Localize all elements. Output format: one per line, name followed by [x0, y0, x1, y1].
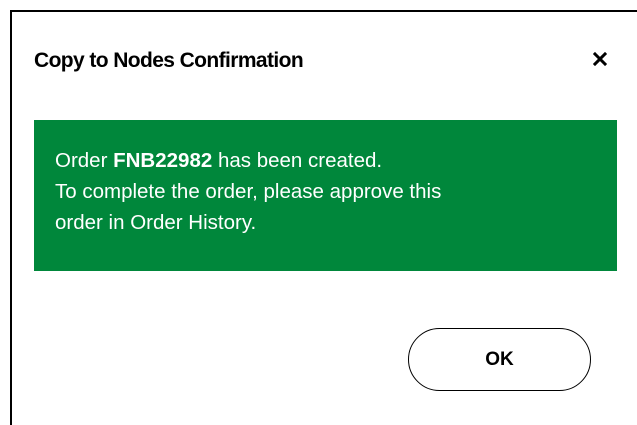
- notice-line-2: To complete the order, please approve th…: [55, 180, 442, 203]
- notice-line-1-suffix: has been created.: [212, 149, 383, 172]
- copy-to-nodes-confirmation-dialog: Copy to Nodes Confirmation Order FNB2298…: [10, 10, 637, 425]
- notice-line-1: Order FNB22982 has been created.: [55, 145, 617, 176]
- dialog-title: Copy to Nodes Confirmation: [34, 49, 304, 72]
- notice-line-3: order in Order History.: [55, 211, 257, 234]
- close-icon: [593, 52, 607, 66]
- success-notice: Order FNB22982 has been created. To comp…: [34, 120, 617, 271]
- order-number: FNB22982: [113, 149, 213, 172]
- ok-button[interactable]: OK: [408, 328, 591, 391]
- notice-line-1-prefix: Order: [55, 149, 114, 172]
- close-button[interactable]: [586, 45, 614, 73]
